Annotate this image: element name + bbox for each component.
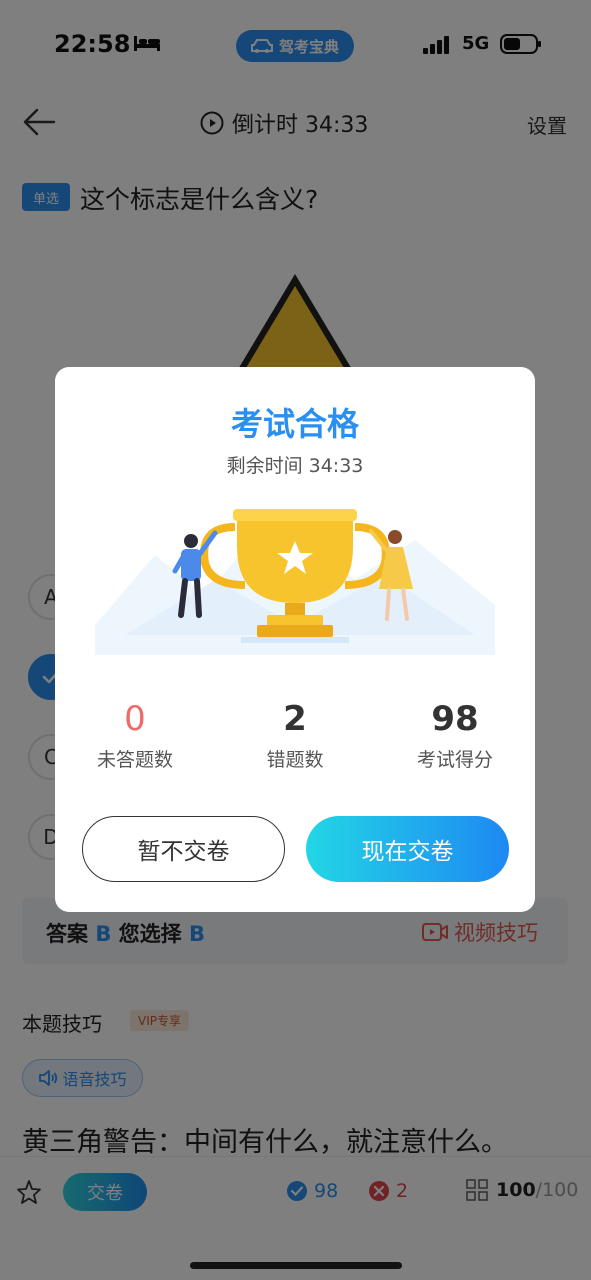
not-submit-button[interactable]: 暂不交卷 xyxy=(82,816,285,882)
trophy-illustration xyxy=(95,509,495,655)
stat-wrong-label: 错题数 xyxy=(266,749,324,771)
stat-unanswered-value: 0 xyxy=(124,699,146,739)
stat-score-value: 98 xyxy=(431,699,479,739)
stat-unanswered: 0 未答题数 xyxy=(55,699,215,772)
exam-result-dialog: 考试合格 剩余时间 34:33 0 未答题数 2 错题数 98 考试得分 暂不交… xyxy=(55,367,535,912)
stat-unanswered-label: 未答题数 xyxy=(96,749,173,771)
stat-wrong: 2 错题数 xyxy=(215,699,375,772)
submit-now-button[interactable]: 现在交卷 xyxy=(306,816,509,882)
stat-score-label: 考试得分 xyxy=(416,749,493,771)
remaining-time: 剩余时间 34:33 xyxy=(226,455,364,477)
stat-wrong-value: 2 xyxy=(283,699,307,739)
stat-score: 98 考试得分 xyxy=(375,699,535,772)
result-title: 考试合格 xyxy=(230,405,359,443)
home-indicator[interactable] xyxy=(190,1262,402,1269)
